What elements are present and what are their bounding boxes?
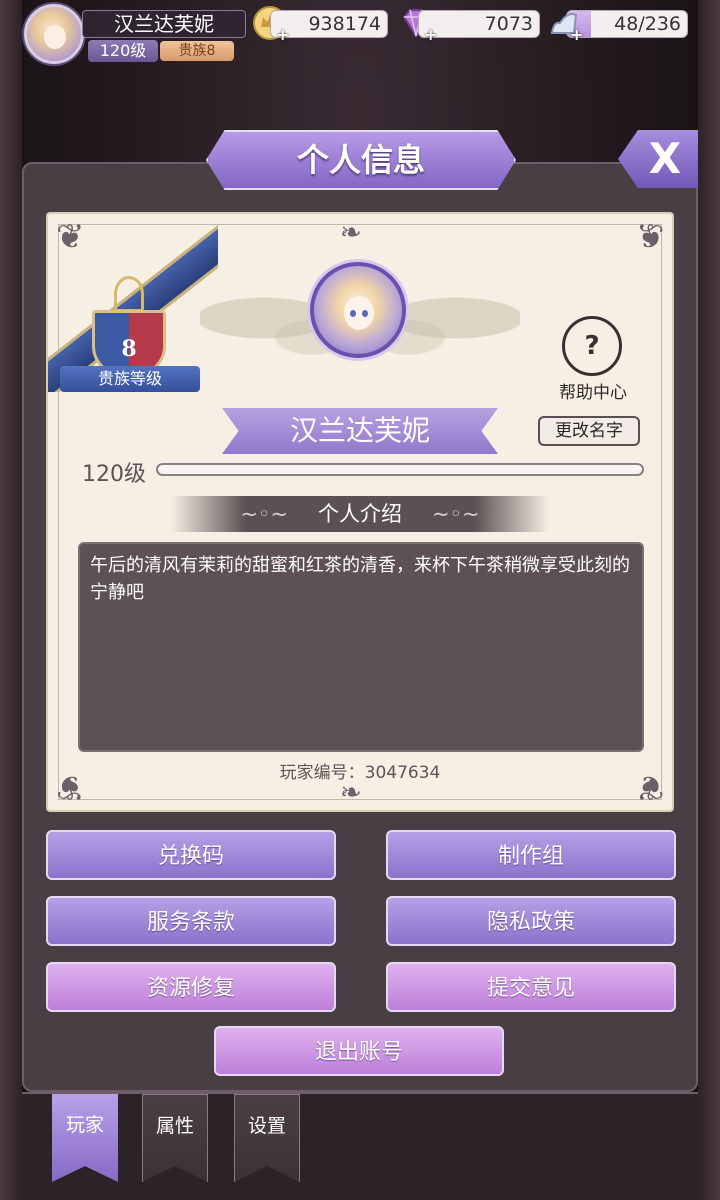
- help-book-icon[interactable]: ?: [562, 316, 622, 376]
- right-swirl-icon: ~◦~: [432, 502, 480, 526]
- corner-ornament-icon: ❦: [635, 217, 665, 257]
- tab-bar: [22, 1092, 698, 1200]
- profile-level: 120级: [82, 462, 146, 487]
- intro-textarea[interactable]: 午后的清风有茉莉的甜蜜和红茶的清香，来杯下午茶稍微享受此刻的宁静吧: [78, 542, 644, 752]
- left-swirl-icon: ~◦~: [240, 502, 288, 526]
- player-avatar[interactable]: [24, 4, 84, 64]
- panel-title: 个人信息: [206, 130, 516, 190]
- add-energy-icon[interactable]: +: [570, 27, 584, 43]
- player-name: 汉兰达芙妮: [82, 10, 246, 38]
- add-coins-icon[interactable]: +: [276, 27, 290, 43]
- energy-counter: 48/236: [566, 10, 688, 38]
- terms-button[interactable]: 服务条款: [46, 896, 336, 946]
- profile-name: 汉兰达芙妮: [222, 408, 498, 454]
- noble-level-label: 贵族等级: [60, 366, 200, 392]
- energy-value: 48/236: [614, 13, 681, 35]
- add-gems-icon[interactable]: +: [424, 27, 438, 43]
- left-rail: [0, 0, 22, 1200]
- redeem-code-button[interactable]: 兑换码: [46, 830, 336, 880]
- feedback-button[interactable]: 提交意见: [386, 962, 676, 1012]
- bow-icon: [114, 276, 144, 312]
- noble-badge: 贵族8: [160, 41, 234, 61]
- privacy-button[interactable]: 隐私政策: [386, 896, 676, 946]
- logout-button[interactable]: 退出账号: [214, 1026, 504, 1076]
- player-portrait[interactable]: [310, 262, 406, 358]
- flourish-icon: ❧: [340, 778, 362, 808]
- rename-button[interactable]: 更改名字: [538, 416, 640, 446]
- exp-bar: [156, 463, 644, 476]
- resource-repair-button[interactable]: 资源修复: [46, 962, 336, 1012]
- noble-level-number: 8: [121, 336, 137, 362]
- player-level: 120级: [88, 40, 158, 62]
- credits-button[interactable]: 制作组: [386, 830, 676, 880]
- top-status-bar: 汉兰达芙妮 120级 贵族8 938174 + 7073 + 48/236 +: [0, 0, 720, 70]
- help-center-label[interactable]: 帮助中心: [550, 378, 636, 403]
- right-rail: [698, 0, 720, 1200]
- player-id: 玩家编号：3047634: [279, 763, 441, 783]
- intro-heading: ~◦~ 个人介绍 ~◦~: [170, 496, 550, 532]
